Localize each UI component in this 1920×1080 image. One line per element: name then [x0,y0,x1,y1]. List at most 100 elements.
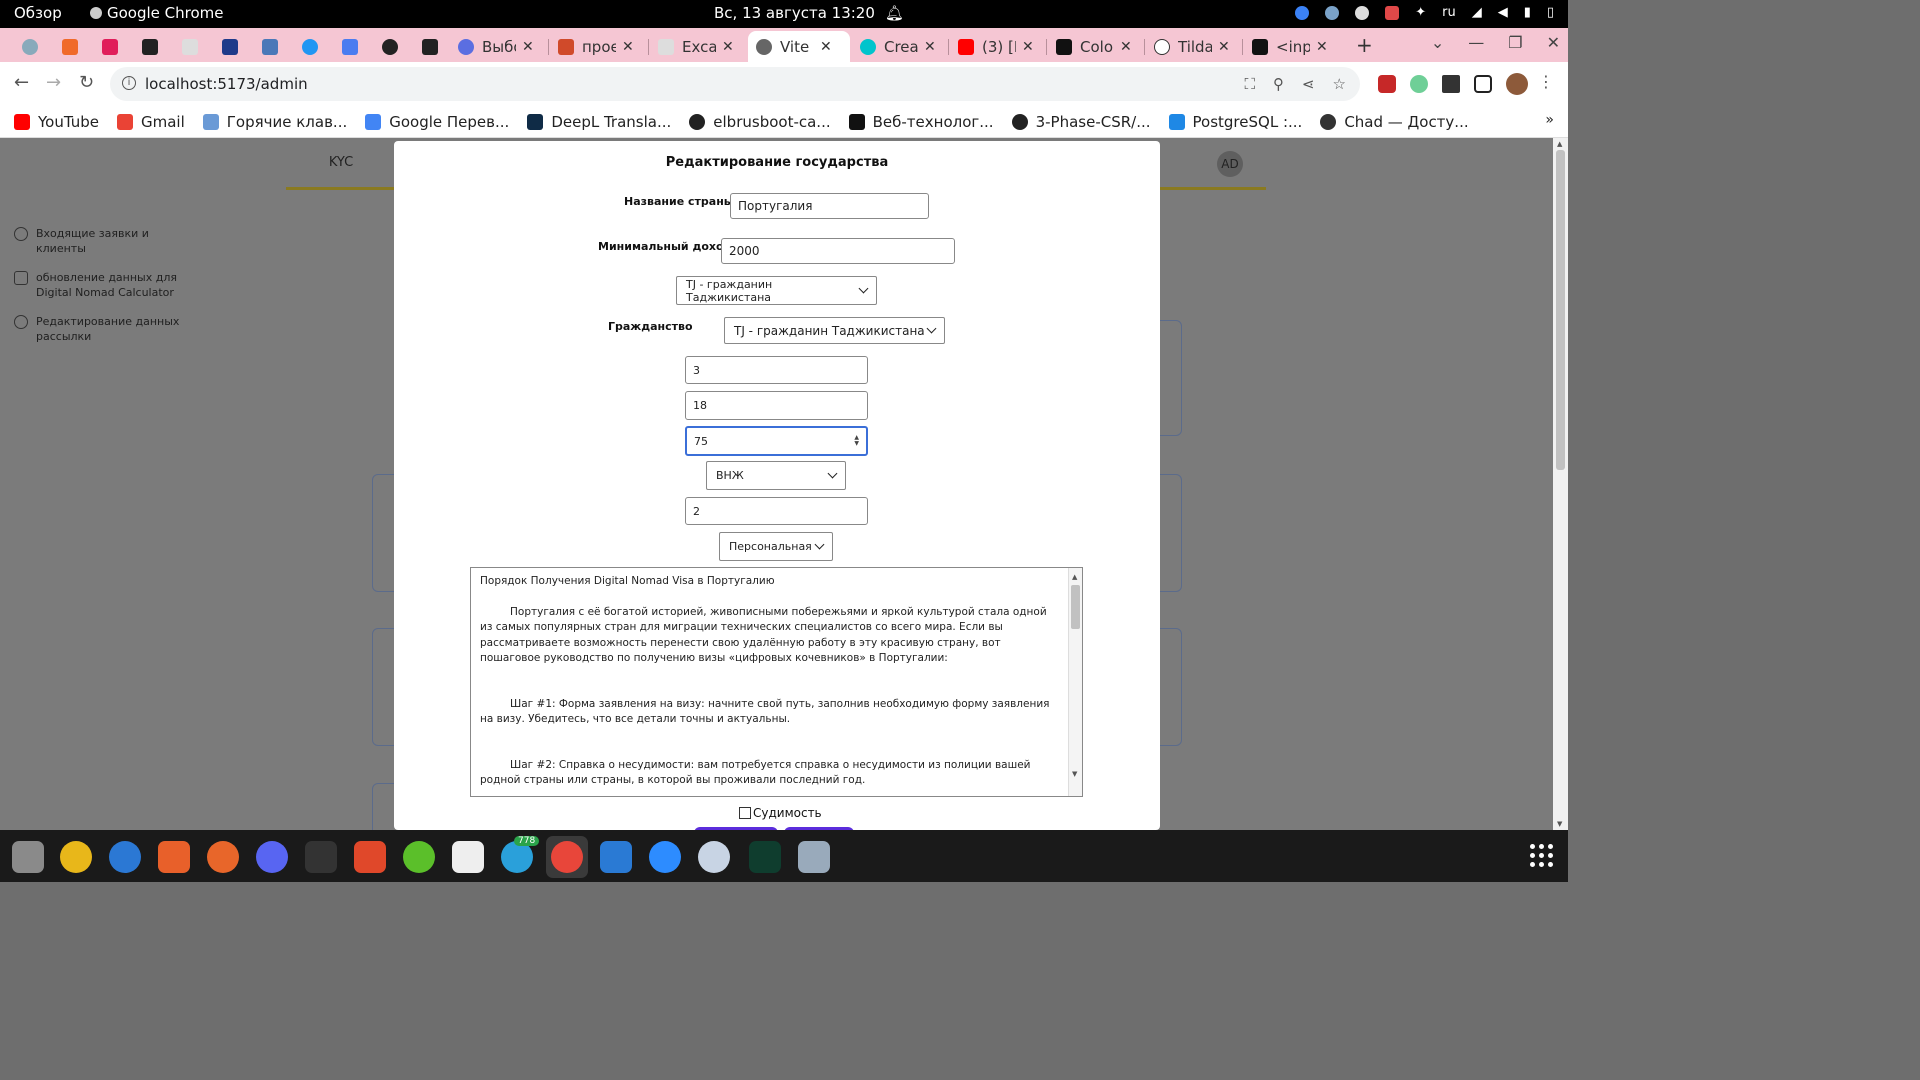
close-icon[interactable]: ✕ [924,39,936,55]
forward-button[interactable]: → [46,72,61,93]
browser-tab[interactable]: Выбо ✕ [450,31,548,62]
mic-icon[interactable]: ▮ [1524,5,1531,20]
number-input-1[interactable]: 3 [685,356,868,384]
show-apps-icon[interactable] [1530,844,1553,867]
bookmark-3phase[interactable]: 3-Phase-CSR/... [1011,113,1151,131]
close-icon[interactable]: ✕ [1218,39,1230,55]
bookmarks-more-icon[interactable]: » [1545,112,1554,128]
close-window-button[interactable]: ✕ [1547,33,1560,52]
vscode-icon[interactable] [600,841,632,873]
page-scrollbar[interactable]: ▲ ▼ [1553,138,1568,830]
browser-tab[interactable]: Tilda ✕ [1146,31,1242,62]
pinned-tab[interactable] [370,31,410,62]
browser-tab[interactable]: Colo ✕ [1048,31,1144,62]
app-icon[interactable] [452,841,484,873]
min-income-input[interactable]: 2000 [721,238,955,264]
bookmark-star-icon[interactable]: ☆ [1333,75,1346,93]
browser-tab[interactable]: прое ✕ [550,31,648,62]
close-icon[interactable]: ✕ [1022,39,1034,55]
accessibility-icon[interactable]: ✦ [1415,5,1426,20]
mail-icon[interactable] [698,841,730,873]
tray-app-icon[interactable] [1295,5,1310,20]
close-icon[interactable]: ✕ [1316,39,1328,55]
address-bar[interactable]: i localhost:5173/admin ⛶ ⚲ ⋖ ☆ [110,67,1360,101]
reload-button[interactable]: ↻ [79,72,94,93]
activities-button[interactable]: Обзор [14,4,62,22]
minimize-button[interactable]: — [1468,33,1484,52]
cloud-icon[interactable] [403,841,435,873]
bookmark-elbrusboot[interactable]: elbrusboot-ca... [689,113,831,131]
close-icon[interactable]: ✕ [622,39,634,55]
profile-avatar[interactable] [1506,73,1528,95]
bookmark-web-tech[interactable]: Веб-технолог... [848,113,994,131]
textarea-scrollbar[interactable]: ▲ ▼ [1068,568,1082,796]
close-icon[interactable]: ✕ [1120,39,1132,55]
pinned-tab[interactable] [410,31,450,62]
bookmark-chad[interactable]: Chad — Досту... [1320,113,1469,131]
language-indicator[interactable]: ru [1442,5,1456,20]
chrome-menu-icon[interactable]: ⋮ [1538,72,1554,91]
app-icon[interactable] [749,841,781,873]
pinned-tab[interactable] [290,31,330,62]
visa-type-select[interactable]: Персональная [719,532,833,561]
zoom-icon[interactable]: ⚲ [1273,75,1284,93]
volume-icon[interactable]: ◀ [1498,5,1508,20]
bookmark-hotkeys[interactable]: Горячие клав... [202,113,347,131]
sidebar-item-requests[interactable]: Входящие заявки и клиенты [14,226,194,256]
restore-button[interactable]: ❐ [1508,33,1522,52]
browser-tab[interactable]: <inpu ✕ [1244,31,1340,62]
pinned-tab[interactable] [10,31,50,62]
tray-cloud-icon[interactable] [1325,5,1340,20]
close-icon[interactable]: ✕ [820,39,832,55]
tray-status-icon[interactable] [1355,5,1370,20]
sidebar-item-calculator[interactable]: обновление данных для Digital Nomad Calc… [14,270,194,300]
share-icon[interactable]: ⋖ [1302,75,1315,93]
pinned-tab[interactable] [130,31,170,62]
number-input-3[interactable]: 75 ▲ ▼ [685,426,868,456]
side-panel-icon[interactable] [1474,75,1492,93]
firefox-icon[interactable] [207,841,239,873]
number-spinner[interactable]: ▲ ▼ [854,435,859,447]
wifi-icon[interactable]: ◢ [1472,5,1482,20]
pinned-tab[interactable] [170,31,210,62]
number-input-4[interactable]: 2 [685,497,868,525]
country-name-input[interactable]: Португалия [730,193,929,219]
discord-icon[interactable] [256,841,288,873]
translate-icon[interactable]: ⛶ [1244,75,1255,93]
extension-icon[interactable] [1378,75,1396,93]
tab-search-icon[interactable]: ⌄ [1431,33,1444,52]
rhythmbox-icon[interactable] [60,841,92,873]
close-icon[interactable]: ✕ [722,39,734,55]
back-button[interactable]: ← [14,72,29,93]
sidebar-item-mailing[interactable]: Редактирование данных рассылки [14,314,194,344]
citizenship-select[interactable]: TJ - гражданин Таджикистана [724,317,945,344]
new-tab-button[interactable]: + [1356,33,1373,57]
zoom-icon[interactable] [649,841,681,873]
help-icon[interactable] [109,841,141,873]
bookmark-google-translate[interactable]: Google Перев... [365,113,509,131]
permit-type-select[interactable]: ВНЖ [706,461,846,490]
bookmark-youtube[interactable]: YouTube [14,113,99,131]
avatar[interactable]: AD [1217,151,1243,177]
trash-icon[interactable] [798,841,830,873]
bookmark-deepl[interactable]: DeepL Transla... [527,113,671,131]
criminal-record-checkbox[interactable]: Судимость [739,806,822,820]
browser-tab[interactable]: Excal ✕ [650,31,748,62]
citizenship-select-top[interactable]: TJ - гражданин Таджикистана [676,276,877,305]
browser-tab[interactable]: (3) [E ✕ [950,31,1046,62]
bookmark-postgresql[interactable]: PostgreSQL :... [1168,113,1302,131]
terminal-icon[interactable] [305,841,337,873]
active-app-menu[interactable]: Google Chrome [90,4,224,22]
browser-tab-active[interactable]: Vite · ✕ [748,31,850,62]
files-icon[interactable] [12,841,44,873]
pinned-tab[interactable] [210,31,250,62]
tab-kyc[interactable]: KYC [286,138,396,190]
checkbox-box[interactable] [739,807,751,819]
pinned-tab[interactable] [250,31,290,62]
software-center-icon[interactable] [158,841,190,873]
description-textarea[interactable]: Порядок Получения Digital Nomad Visa в П… [470,567,1083,797]
number-input-2[interactable]: 18 [685,391,868,420]
pinned-tab[interactable] [50,31,90,62]
browser-tab[interactable]: Crea ✕ [852,31,948,62]
site-info-icon[interactable]: i [122,76,136,90]
